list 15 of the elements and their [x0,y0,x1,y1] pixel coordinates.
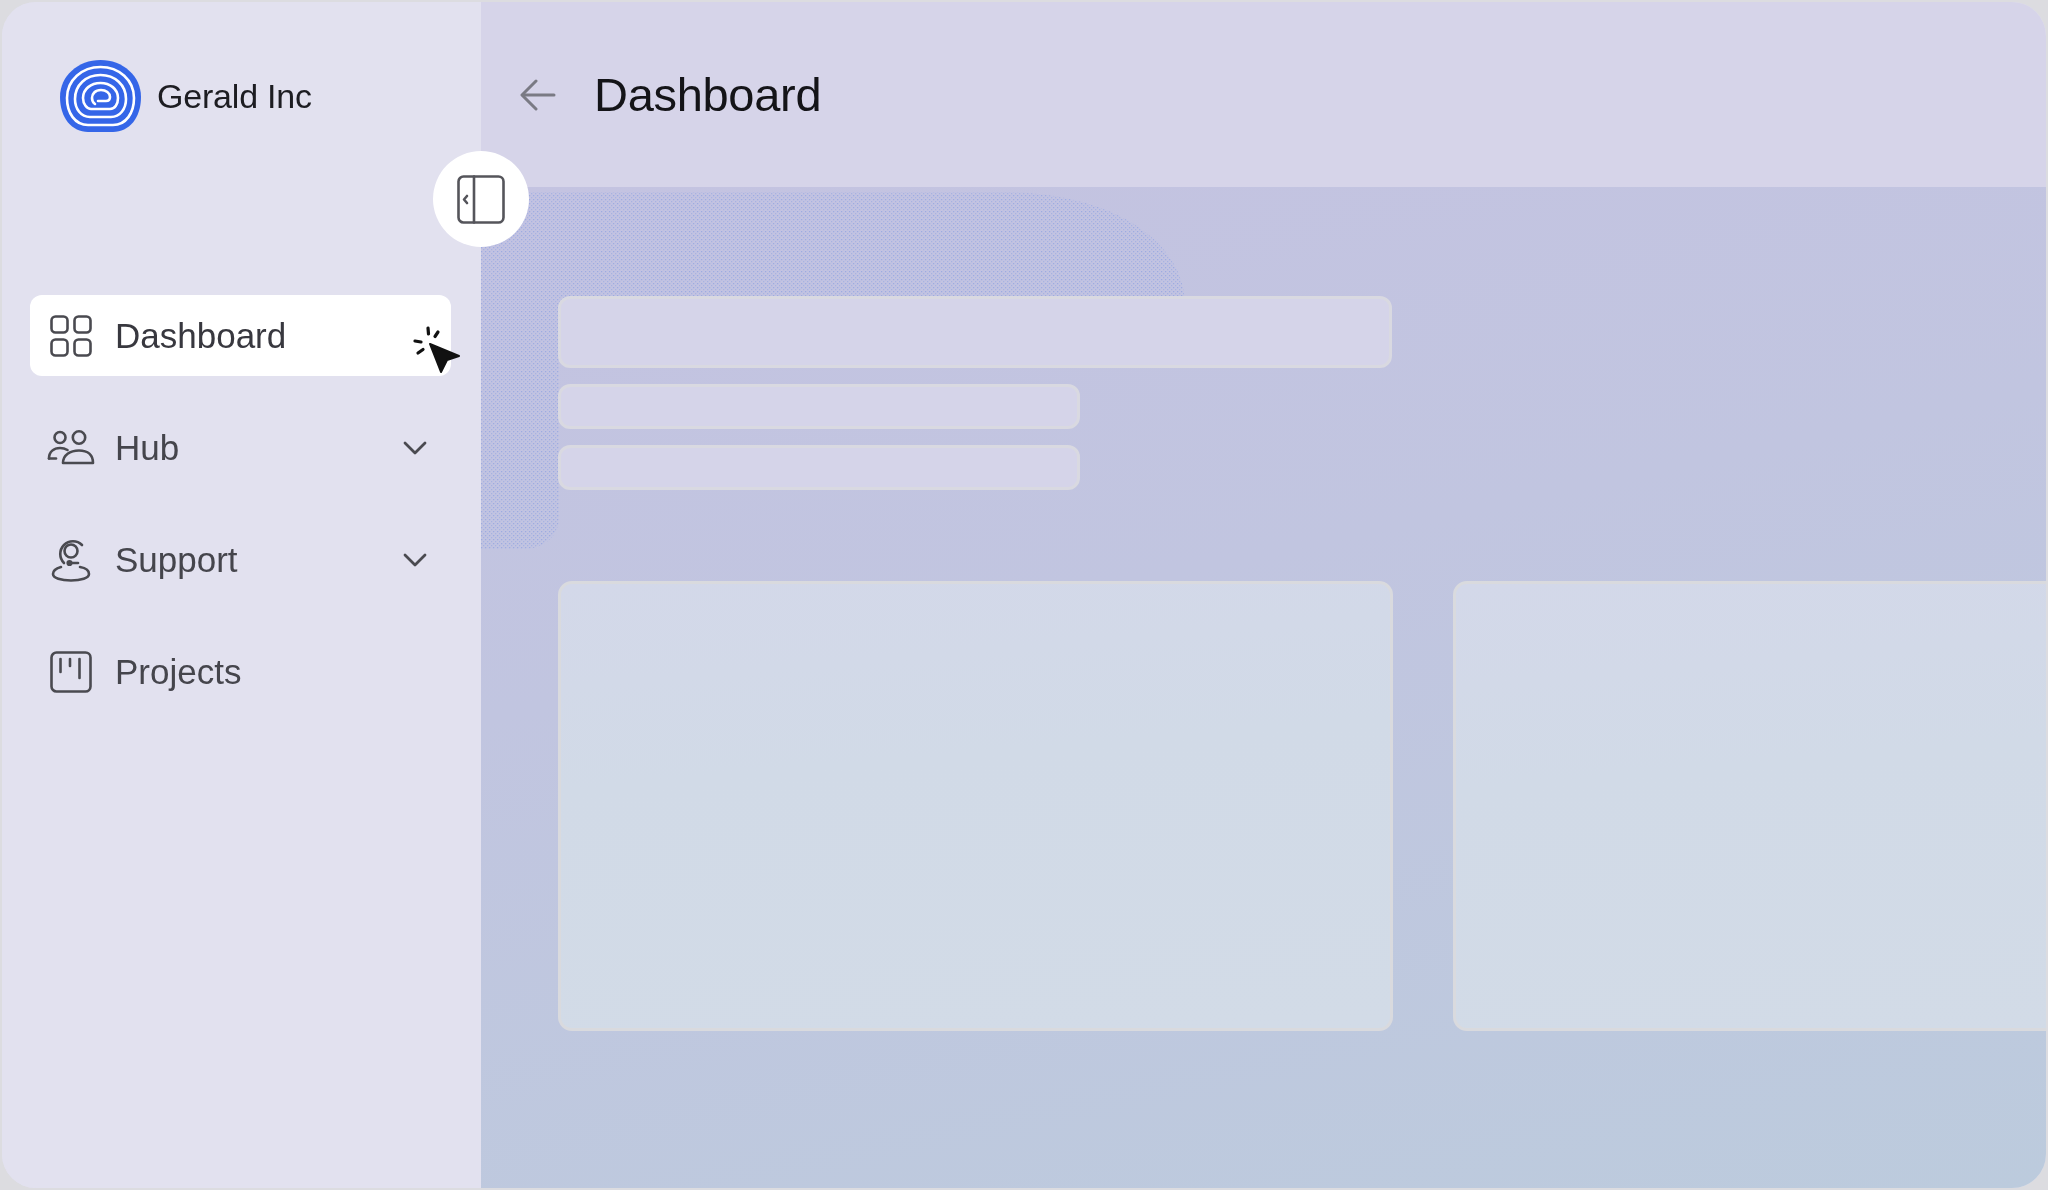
grid-icon [50,314,92,357]
cursor-click-icon [413,326,461,374]
chevron-down-icon[interactable] [403,440,427,455]
brand-name: Gerald Inc [157,76,312,116]
nav-item[interactable]: Hub [30,407,451,488]
kanban-board-icon [50,650,92,693]
spiral-logo-icon [60,60,141,132]
chevron-down-icon[interactable] [403,552,427,567]
nav-item[interactable]: Projects [30,631,451,712]
people-icon [47,430,95,465]
support-icon [51,537,91,582]
nav-item[interactable]: Dashboard [30,295,451,376]
panel-collapse-icon [457,174,505,224]
nav-item[interactable]: Support [30,519,451,600]
page-title: Dashboard [594,67,822,122]
